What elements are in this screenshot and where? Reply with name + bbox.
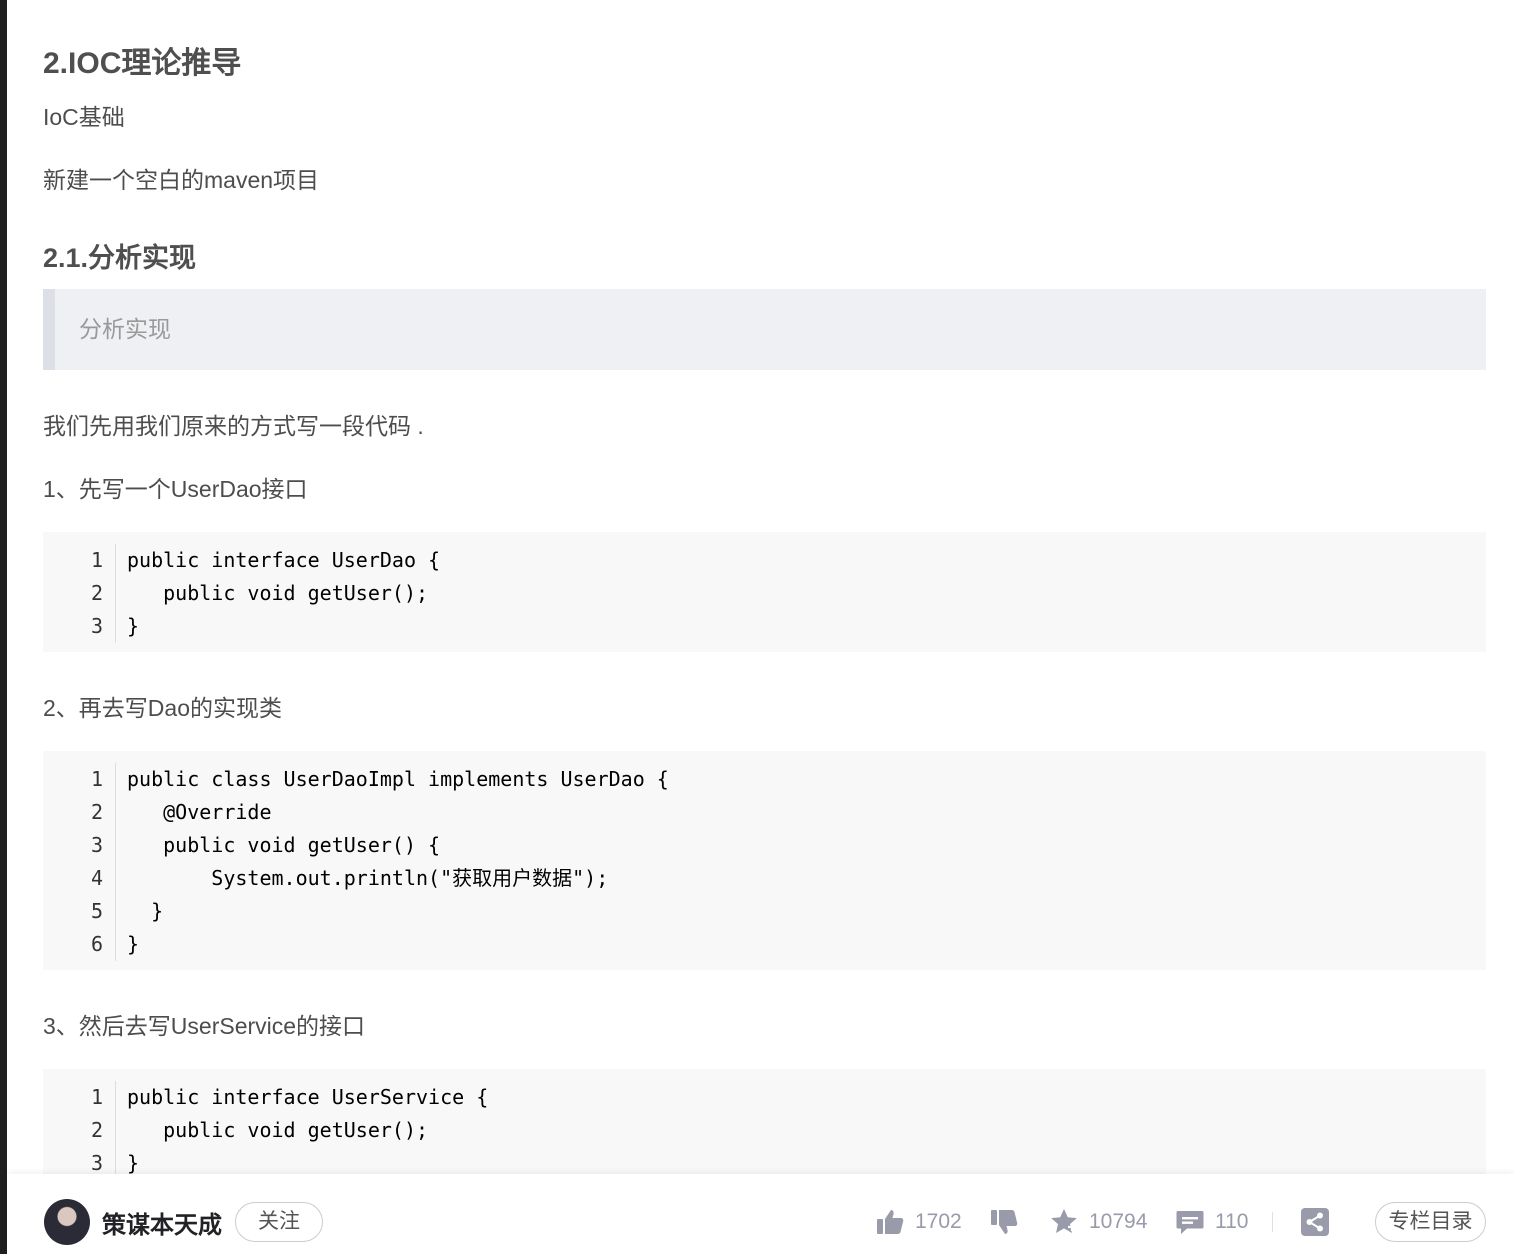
code-lines: public interface UserDao { public void g… — [127, 544, 440, 643]
like-count: 1702 — [915, 1210, 962, 1233]
follow-button[interactable]: 关注 — [235, 1202, 323, 1242]
code-line: } — [127, 614, 140, 638]
code-line: public interface UserDao { — [127, 548, 441, 572]
thumbs-down-icon — [991, 1210, 1018, 1234]
step-3-text: 3、然后去写UserService的接口 — [43, 1013, 366, 1039]
line-number: 2 — [90, 581, 103, 605]
dislike-button[interactable] — [989, 1203, 1019, 1241]
star-icon — [1051, 1209, 1077, 1233]
comment-icon — [1176, 1211, 1204, 1234]
code-line: @Override — [127, 800, 272, 824]
line-number: 3 — [90, 614, 103, 638]
code-line: public void getUser(); — [127, 581, 429, 605]
paragraph-intro: 我们先用我们原来的方式写一段代码 . — [43, 413, 424, 439]
paragraph-new-project: 新建一个空白的maven项目 — [43, 167, 320, 193]
blockquote: 分析实现 — [43, 289, 1486, 370]
comment-count: 110 — [1215, 1210, 1249, 1233]
window-left-edge — [0, 0, 7, 1254]
code-line: public void getUser(); — [127, 1118, 429, 1142]
code-line: } — [127, 932, 140, 956]
line-number: 2 — [90, 800, 103, 824]
line-number: 1 — [90, 767, 103, 791]
line-number: 4 — [90, 866, 103, 890]
line-number: 1 — [90, 1085, 103, 1109]
step-1-text: 1、先写一个UserDao接口 — [43, 476, 308, 502]
subsection-heading-analysis: 2.1.分析实现 — [43, 243, 197, 273]
author-name[interactable]: 策谋本天成 — [102, 1205, 222, 1240]
line-number: 3 — [90, 833, 103, 857]
line-numbers: 1 2 3 4 5 6 — [73, 763, 116, 961]
line-number: 5 — [90, 899, 103, 923]
toolbar-divider — [1272, 1212, 1273, 1232]
line-number: 6 — [90, 932, 103, 956]
line-numbers: 1 2 3 — [73, 544, 116, 643]
thumbs-up-icon — [877, 1210, 904, 1234]
code-block-userservice[interactable]: 1 2 3 public interface UserService { pub… — [43, 1069, 1486, 1189]
column-catalog-button[interactable]: 专栏目录 — [1375, 1202, 1486, 1242]
step-2-text: 2、再去写Dao的实现类 — [43, 695, 282, 721]
code-lines: public interface UserService { public vo… — [127, 1081, 488, 1180]
blockquote-text: 分析实现 — [79, 316, 171, 342]
collect-button[interactable]: 10794 — [1049, 1203, 1147, 1241]
code-block-userdaoimpl[interactable]: 1 2 3 4 5 6 public class UserDaoImpl imp… — [43, 751, 1486, 970]
code-line: public void getUser() { — [127, 833, 441, 857]
code-line: System.out.println("获取用户数据"); — [127, 866, 609, 890]
code-line: public interface UserService { — [127, 1085, 489, 1109]
article-toolbar: 策谋本天成 关注 1702 10794 110 专栏目录 — [7, 1174, 1514, 1254]
collect-count: 10794 — [1089, 1210, 1148, 1233]
avatar[interactable] — [44, 1199, 90, 1245]
comment-button[interactable]: 110 — [1175, 1203, 1248, 1241]
code-block-userdao[interactable]: 1 2 3 public interface UserDao { public … — [43, 532, 1486, 652]
code-line: public class UserDaoImpl implements User… — [127, 767, 669, 791]
line-number: 2 — [90, 1118, 103, 1142]
section-heading-ioc: 2.IOC理论推导 — [43, 47, 242, 80]
share-button[interactable] — [1300, 1203, 1330, 1241]
line-number: 1 — [90, 548, 103, 572]
like-button[interactable]: 1702 — [875, 1203, 962, 1241]
share-icon — [1301, 1208, 1329, 1236]
code-lines: public class UserDaoImpl implements User… — [127, 763, 669, 961]
line-numbers: 1 2 3 — [73, 1081, 116, 1180]
paragraph-ioc-basics: IoC基础 — [43, 104, 125, 130]
code-line: } — [127, 899, 164, 923]
